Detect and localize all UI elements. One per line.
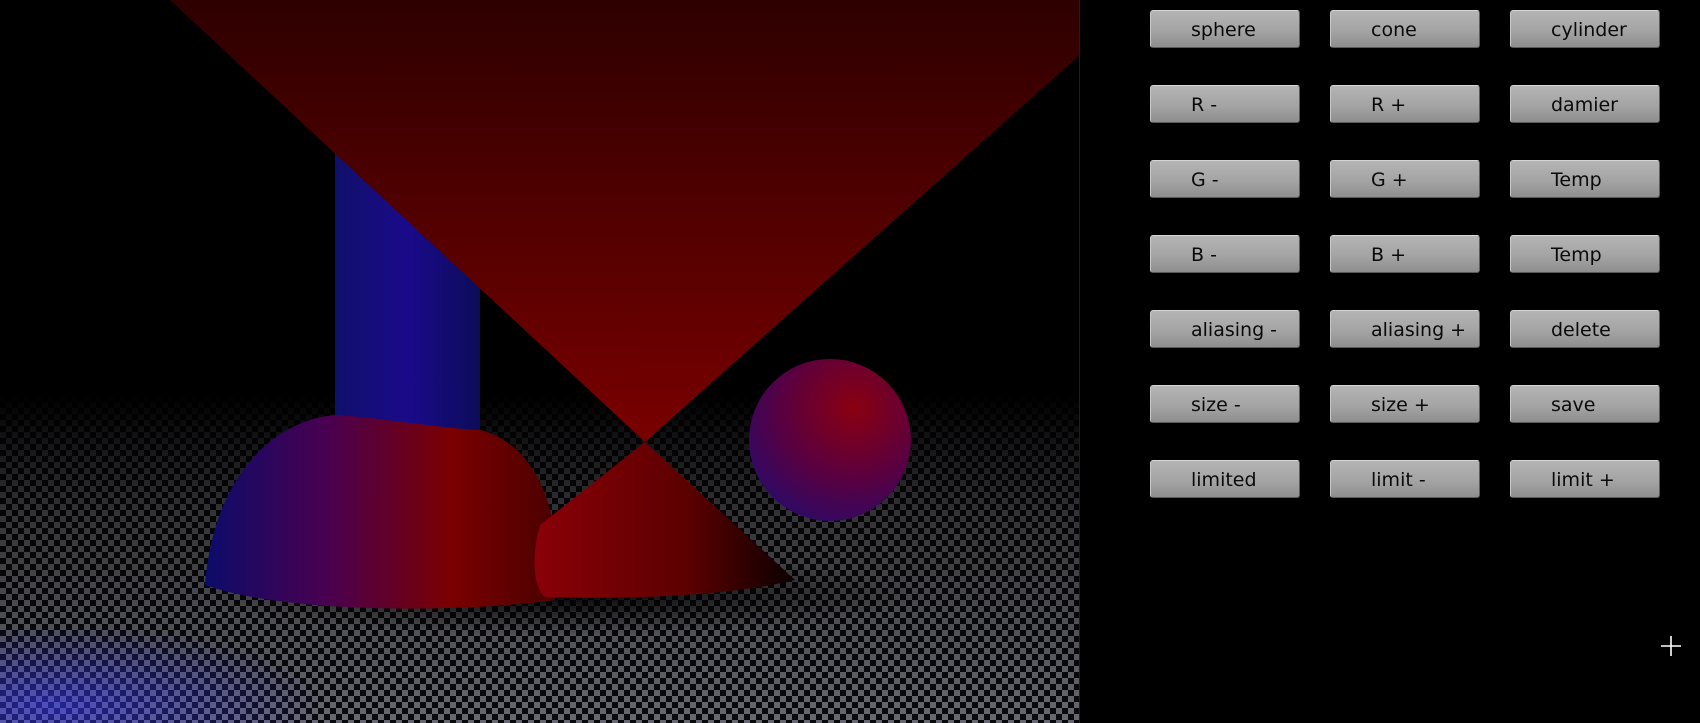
temp-button[interactable]: Temp: [1510, 235, 1660, 273]
cone-button[interactable]: cone: [1330, 10, 1480, 48]
limit-plus-button[interactable]: limit +: [1510, 460, 1660, 498]
g-minus-button[interactable]: G -: [1150, 160, 1300, 198]
delete-button[interactable]: delete: [1510, 310, 1660, 348]
g-plus-button[interactable]: G +: [1330, 160, 1480, 198]
aliasing-minus-button[interactable]: aliasing -: [1150, 310, 1300, 348]
b-minus-button[interactable]: B -: [1150, 235, 1300, 273]
cylinder-button[interactable]: cylinder: [1510, 10, 1660, 48]
aliasing-plus-button[interactable]: aliasing +: [1330, 310, 1480, 348]
limited-button[interactable]: limited: [1150, 460, 1300, 498]
b-plus-button[interactable]: B +: [1330, 235, 1480, 273]
crosshair-cursor-icon: [1660, 635, 1682, 657]
r-minus-button[interactable]: R -: [1150, 85, 1300, 123]
save-button[interactable]: save: [1510, 385, 1660, 423]
sphere-object: [749, 359, 911, 521]
sphere-button[interactable]: sphere: [1150, 10, 1300, 48]
size-plus-button[interactable]: size +: [1330, 385, 1480, 423]
limit-minus-button[interactable]: limit -: [1330, 460, 1480, 498]
r-plus-button[interactable]: R +: [1330, 85, 1480, 123]
raytraced-scene: [0, 0, 1079, 723]
damier-button[interactable]: damier: [1510, 85, 1660, 123]
render-viewport[interactable]: [0, 0, 1080, 723]
temp-button[interactable]: Temp: [1510, 160, 1660, 198]
size-minus-button[interactable]: size -: [1150, 385, 1300, 423]
control-panel: sphere cone cylinder R - R + damier G - G + Temp…: [1080, 0, 1700, 723]
